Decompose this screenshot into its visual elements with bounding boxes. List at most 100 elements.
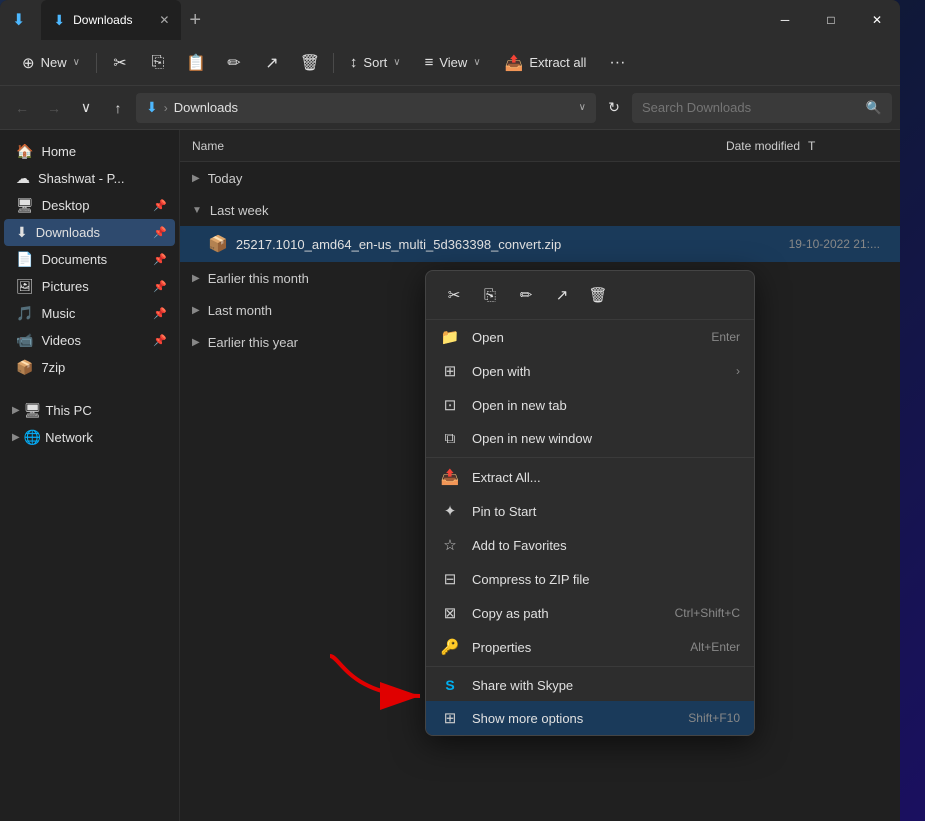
path-folder-icon: ⬇ <box>146 99 158 116</box>
path-bar[interactable]: ⬇ › Downloads ∨ <box>136 93 596 123</box>
cm-item-copy-path[interactable]: ⊠ Copy as path Ctrl+Shift+C <box>426 596 754 630</box>
forward-button[interactable]: → <box>40 94 68 122</box>
file-zip-date: 19-10-2022 21:... <box>708 237 888 251</box>
sidebar-item-videos[interactable]: 📹 Videos 📌 <box>4 327 175 354</box>
sidebar-item-this-pc[interactable]: ▶ 🖥 This PC <box>4 397 175 424</box>
pin-icon-documents: 📌 <box>153 253 167 266</box>
cm-extract-label: Extract All... <box>472 470 740 485</box>
context-menu-toolbar: ✂ ⎘ ✏ ↗ 🗑 <box>426 271 754 320</box>
new-button[interactable]: ⊕ New ∨ <box>12 48 90 78</box>
refresh-button[interactable]: ↻ <box>600 94 628 122</box>
share-button[interactable]: ↗ <box>255 46 289 80</box>
new-icon: ⊕ <box>22 54 35 72</box>
sidebar-item-7zip[interactable]: 📦 7zip <box>4 354 175 381</box>
cm-copy-path-icon: ⊠ <box>440 604 460 622</box>
pin-icon-desktop: 📌 <box>153 199 167 212</box>
minimize-button[interactable]: ─ <box>762 0 808 40</box>
cm-open-with-arrow: › <box>736 364 740 378</box>
column-date: Date modified <box>628 139 808 153</box>
cm-separator-2 <box>426 666 754 667</box>
sort-icon: ↕ <box>350 54 358 71</box>
cm-delete-button[interactable]: 🗑 <box>582 279 614 311</box>
pin-icon-pictures: 📌 <box>153 280 167 293</box>
cm-copy-path-label: Copy as path <box>472 606 663 621</box>
up-button[interactable]: ↑ <box>104 94 132 122</box>
copy-button[interactable]: ⎘ <box>141 46 175 80</box>
sidebar-item-network[interactable]: ▶ 🌐 Network <box>4 424 175 451</box>
cm-share-button[interactable]: ↗ <box>546 279 578 311</box>
sidebar-item-7zip-label: 7zip <box>41 360 65 375</box>
rename-button[interactable]: ✏ <box>217 46 251 80</box>
more-button[interactable]: ··· <box>600 46 634 80</box>
group-today[interactable]: ▶ Today <box>180 162 900 194</box>
cm-item-share-skype[interactable]: S Share with Skype <box>426 669 754 701</box>
group-earlier-year-label: Earlier this year <box>208 335 298 350</box>
cm-item-open-new-tab[interactable]: ⊡ Open in new tab <box>426 388 754 422</box>
close-button[interactable]: ✕ <box>854 0 900 40</box>
cm-copy-button[interactable]: ⎘ <box>474 279 506 311</box>
desktop-icon: 🖥 <box>16 197 34 214</box>
file-list-header: Name Date modified T <box>180 130 900 162</box>
sidebar-item-pictures[interactable]: 🖼 Pictures 📌 <box>4 273 175 300</box>
cm-cut-button[interactable]: ✂ <box>438 279 470 311</box>
sidebar-item-downloads[interactable]: ⬇ Downloads 📌 <box>4 219 175 246</box>
file-row-zip[interactable]: 📦 25217.1010_amd64_en-us_multi_5d363398_… <box>180 226 900 262</box>
sidebar-item-onedrive-label: Shashwat - P... <box>38 171 124 186</box>
pictures-icon: 🖼 <box>16 278 34 295</box>
sidebar-item-documents[interactable]: 📄 Documents 📌 <box>4 246 175 273</box>
expand-arrow-this-pc: ▶ <box>12 405 20 416</box>
sidebar-item-music[interactable]: 🎵 Music 📌 <box>4 300 175 327</box>
search-input[interactable] <box>642 100 860 115</box>
sidebar-item-home[interactable]: 🏠 Home <box>4 138 175 165</box>
cm-item-pin-start[interactable]: ✦ Pin to Start <box>426 494 754 528</box>
cm-item-properties[interactable]: 🔑 Properties Alt+Enter <box>426 630 754 664</box>
extract-button[interactable]: 📤 Extract all <box>495 48 597 78</box>
sidebar: 🏠 Home ☁ Shashwat - P... 🖥 Desktop 📌 ⬇ D… <box>0 130 180 821</box>
delete-button[interactable]: 🗑 <box>293 46 327 80</box>
toolbar-sep-1 <box>96 53 97 73</box>
cm-item-add-favorites[interactable]: ☆ Add to Favorites <box>426 528 754 562</box>
cm-separator-1 <box>426 457 754 458</box>
cm-item-show-more[interactable]: ⊞ Show more options Shift+F10 <box>426 701 754 735</box>
toolbar: ⊕ New ∨ ✂ ⎘ 📋 ✏ ↗ 🗑 ↕ Sort ∨ ≡ View ∨ 📤 … <box>0 40 900 86</box>
sidebar-item-documents-label: Documents <box>41 252 107 267</box>
documents-icon: 📄 <box>16 251 33 268</box>
sidebar-item-onedrive[interactable]: ☁ Shashwat - P... <box>4 165 175 192</box>
search-bar[interactable]: 🔍 <box>632 93 892 123</box>
group-last-week[interactable]: ▼ Last week <box>180 194 900 226</box>
cm-add-favorites-label: Add to Favorites <box>472 538 740 553</box>
tab-downloads[interactable]: ⬇ Downloads ✕ <box>41 0 181 40</box>
cm-item-open-new-window[interactable]: ⧉ Open in new window <box>426 422 754 455</box>
title-bar: ⬇ ⬇ Downloads ✕ + ─ □ ✕ <box>0 0 900 40</box>
cm-add-favorites-icon: ☆ <box>440 536 460 554</box>
cut-button[interactable]: ✂ <box>103 46 137 80</box>
cm-open-with-icon: ⊞ <box>440 362 460 380</box>
new-label: New <box>41 55 67 70</box>
dropdown-button[interactable]: ∨ <box>72 94 100 122</box>
sort-button[interactable]: ↕ Sort ∨ <box>340 48 411 77</box>
pin-icon-music: 📌 <box>153 307 167 320</box>
new-tab-button[interactable]: + <box>189 9 201 32</box>
cm-compress-label: Compress to ZIP file <box>472 572 740 587</box>
sidebar-item-pictures-label: Pictures <box>42 279 89 294</box>
music-icon: 🎵 <box>16 305 33 322</box>
sidebar-item-desktop[interactable]: 🖥 Desktop 📌 <box>4 192 175 219</box>
back-button[interactable]: ← <box>8 94 36 122</box>
sidebar-item-home-label: Home <box>41 144 76 159</box>
home-icon: 🏠 <box>16 143 33 160</box>
cm-open-new-tab-icon: ⊡ <box>440 396 460 414</box>
cm-rename-button[interactable]: ✏ <box>510 279 542 311</box>
path-dropdown-icon: ∨ <box>579 102 586 113</box>
cm-item-open[interactable]: 📁 Open Enter <box>426 320 754 354</box>
paste-button[interactable]: 📋 <box>179 46 213 80</box>
cm-item-open-with[interactable]: ⊞ Open with › <box>426 354 754 388</box>
view-icon: ≡ <box>425 54 434 71</box>
maximize-button[interactable]: □ <box>808 0 854 40</box>
group-last-month-arrow: ▶ <box>192 305 200 316</box>
tab-close-button[interactable]: ✕ <box>159 13 169 27</box>
cm-item-extract-all[interactable]: 📤 Extract All... <box>426 460 754 494</box>
view-dropdown-icon: ∨ <box>473 57 480 68</box>
cm-item-compress-zip[interactable]: ⊟ Compress to ZIP file <box>426 562 754 596</box>
group-last-week-arrow: ▼ <box>192 205 202 216</box>
view-button[interactable]: ≡ View ∨ <box>415 48 491 77</box>
